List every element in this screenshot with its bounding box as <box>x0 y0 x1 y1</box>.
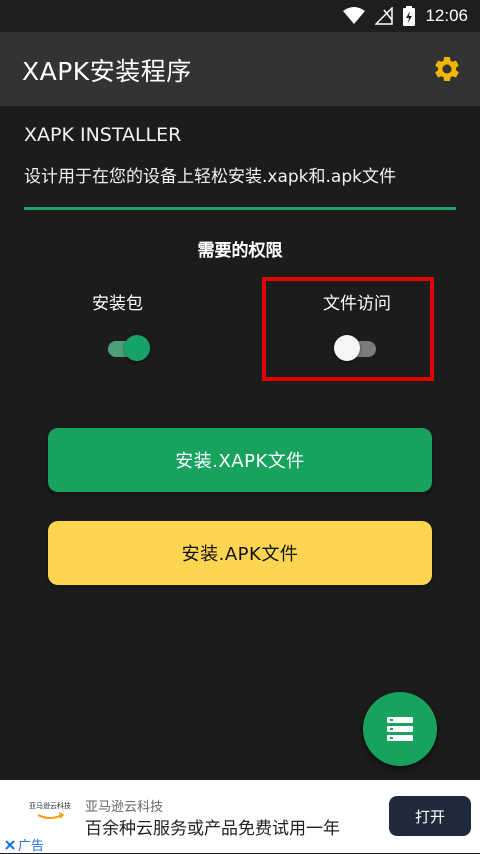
list-icon <box>387 717 413 741</box>
status-time: 12:06 <box>425 6 468 25</box>
no-signal-icon <box>375 7 394 25</box>
ad-label-text: 广告 <box>18 839 45 854</box>
list-fab-button[interactable] <box>363 692 437 766</box>
gear-icon[interactable] <box>432 54 462 84</box>
permissions-title: 需要的权限 <box>197 241 283 261</box>
installer-heading: XAPK INSTALLER <box>24 124 182 146</box>
aws-logo: 亚马逊云科技 <box>29 801 71 819</box>
ad-brand: 亚马逊云科技 <box>85 800 164 815</box>
divider <box>24 207 456 210</box>
status-bar: 12:06 <box>0 0 480 32</box>
ad-label[interactable]: 广告 <box>4 835 44 854</box>
wifi-icon <box>343 7 366 24</box>
app-title: XAPK安装程序 <box>22 57 192 86</box>
toggle-thumb <box>334 335 360 361</box>
ad-text: 百余种云服务或产品免费试用一年 <box>85 819 340 839</box>
battery-charging-icon <box>403 6 416 26</box>
toggle-thumb <box>124 335 150 361</box>
file-access-toggle[interactable] <box>334 335 380 361</box>
install-xapk-button[interactable]: 安装.XAPK文件 <box>48 428 432 492</box>
installer-description: 设计用于在您的设备上轻松安装.xapk和.apk文件 <box>24 167 396 187</box>
install-apk-button[interactable]: 安装.APK文件 <box>48 521 432 585</box>
install-packages-toggle[interactable] <box>104 335 150 361</box>
svg-text:亚马逊云科技: 亚马逊云科技 <box>29 801 71 810</box>
main-content: XAPK INSTALLER 设计用于在您的设备上轻松安装.xapk和.apk文… <box>0 106 480 780</box>
close-icon[interactable] <box>4 839 16 851</box>
ad-banner[interactable]: 亚马逊云科技 亚马逊云科技 百余种云服务或产品免费试用一年 打开 广告 <box>0 780 480 854</box>
ad-open-button[interactable]: 打开 <box>389 796 471 836</box>
highlight-box <box>262 277 434 381</box>
app-bar: XAPK安装程序 <box>0 32 480 106</box>
install-packages-label: 安装包 <box>92 294 143 314</box>
